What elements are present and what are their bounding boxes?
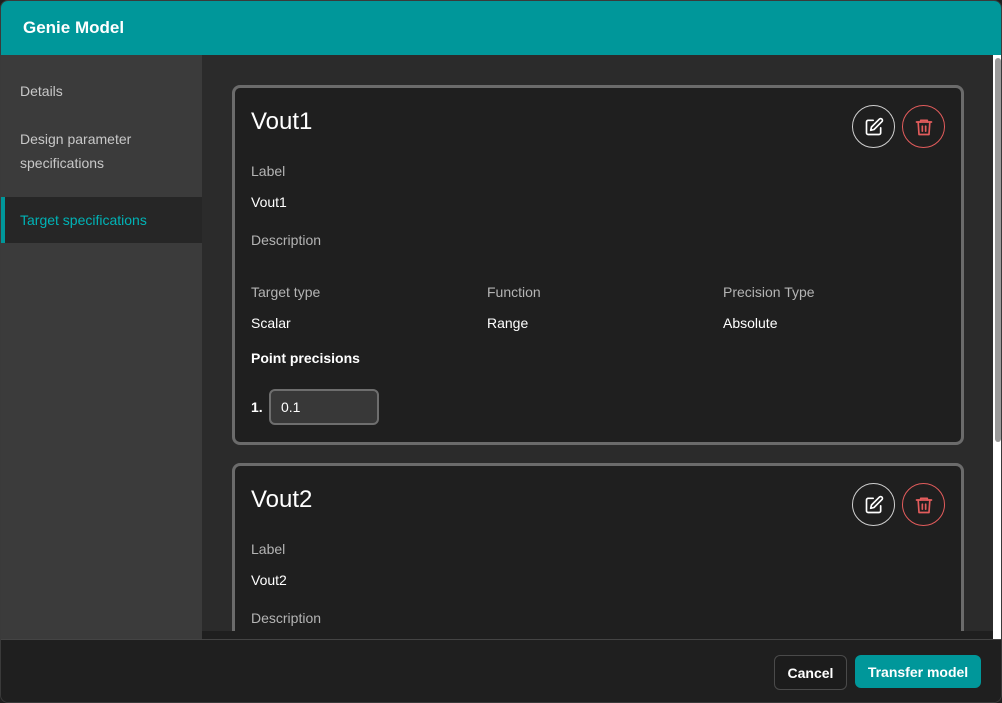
point-precisions-heading: Point precisions (251, 350, 360, 366)
pencil-square-icon (865, 117, 883, 135)
description-heading: Description (251, 610, 322, 626)
dialog-header: Genie Model (1, 1, 1001, 55)
sidebar-item-design-parameter-specifications[interactable]: Design parameter specifications (1, 117, 202, 197)
trash-icon (915, 119, 932, 135)
sidebar-item-details[interactable]: Details (1, 55, 202, 117)
sidebar-item-target-specifications[interactable]: Target specifications (1, 197, 202, 243)
label-value: Vout1 (251, 194, 287, 210)
description-heading: Description (251, 232, 322, 248)
dialog-title: Genie Model (23, 18, 125, 37)
delete-button[interactable] (902, 105, 945, 148)
label-value: Vout2 (251, 572, 287, 588)
edit-button[interactable] (852, 483, 895, 526)
scrollbar-thumb[interactable] (995, 58, 1001, 442)
genie-model-dialog: Genie Model Details Design parameter spe… (0, 0, 1002, 703)
label-heading: Label (251, 163, 286, 179)
point-precision-input[interactable] (269, 389, 379, 425)
precision-type-value: Absolute (723, 315, 778, 331)
target-card: Vout2 Label Vout2 Description (232, 463, 964, 631)
delete-button[interactable] (902, 483, 945, 526)
target-type-value: Scalar (251, 315, 291, 331)
edit-button[interactable] (852, 105, 895, 148)
target-type-heading: Target type (251, 284, 321, 300)
trash-icon (915, 497, 932, 513)
pencil-square-icon (865, 495, 883, 513)
dialog-footer: Cancel Transfer model (1, 639, 1001, 702)
sidebar-item-label: Target specifications (20, 212, 147, 228)
card-title: Vout1 (251, 108, 313, 135)
precision-type-heading: Precision Type (723, 284, 815, 300)
function-heading: Function (487, 284, 541, 300)
cancel-button[interactable]: Cancel (774, 655, 847, 690)
point-precision-index: 1. (251, 399, 263, 415)
main-content[interactable]: Vout1 Label Vout1 Description Target typ… (202, 55, 993, 631)
function-value: Range (487, 315, 529, 331)
target-card: Vout1 Label Vout1 Description Target typ… (232, 85, 964, 445)
scroll-corner (994, 631, 1001, 639)
label-heading: Label (251, 541, 286, 557)
card-title: Vout2 (251, 486, 313, 513)
sidebar: Details Design parameter specifications … (1, 55, 202, 639)
transfer-model-button[interactable]: Transfer model (855, 655, 981, 688)
